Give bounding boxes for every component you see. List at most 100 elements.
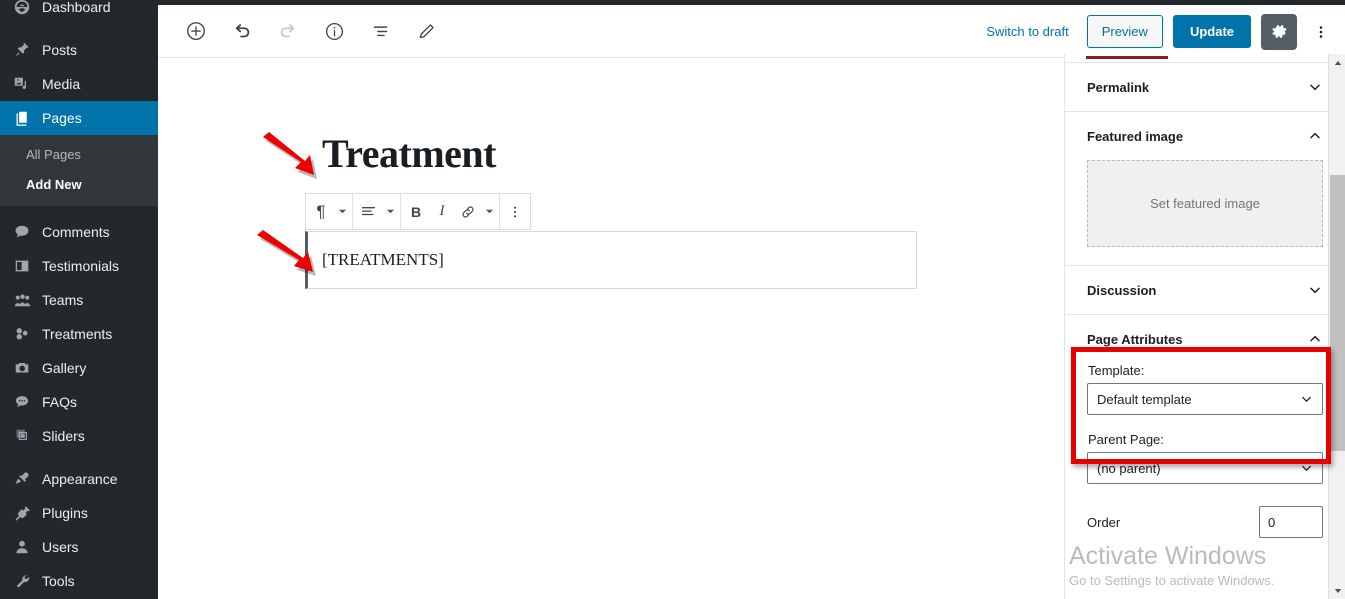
block-toolbar: ¶ B I: [305, 193, 531, 230]
align-group: [353, 194, 401, 229]
faq-icon: [11, 392, 33, 412]
template-select[interactable]: Default template: [1087, 383, 1323, 415]
parent-page-label: Parent Page:: [1088, 432, 1164, 447]
sliders-icon: [11, 426, 33, 446]
sidebar-item-pages[interactable]: Pages: [0, 101, 166, 135]
wordpress-block-editor-screen: Dashboard Posts Media Pages All Pages Ad…: [0, 0, 1345, 599]
admin-sidebar: Dashboard Posts Media Pages All Pages Ad…: [0, 0, 166, 599]
chevron-down-icon[interactable]: [481, 194, 497, 229]
scroll-up-arrow-icon[interactable]: [1329, 54, 1345, 71]
editor-header-tools: [158, 15, 442, 47]
set-featured-image-label: Set featured image: [1150, 196, 1260, 211]
list-view-icon[interactable]: [364, 15, 396, 47]
pages-icon: [11, 108, 33, 128]
brush-icon: [11, 469, 33, 489]
pencil-icon[interactable]: [410, 15, 442, 47]
sidebar-item-dashboard[interactable]: Dashboard: [0, 0, 158, 24]
sidebar-item-add-new[interactable]: Add New: [0, 170, 158, 200]
chevron-down-icon: [1299, 461, 1314, 476]
switch-to-draft-button[interactable]: Switch to draft: [978, 20, 1076, 43]
scroll-down-arrow-icon[interactable]: [1329, 582, 1345, 599]
order-input[interactable]: [1259, 506, 1323, 538]
pin-icon: [11, 40, 33, 60]
editor-canvas[interactable]: Treatment ¶ B I [TREATMENTS]: [158, 58, 1064, 599]
sidebar-item-teams[interactable]: Teams: [0, 283, 158, 317]
template-label: Template:: [1088, 363, 1145, 378]
bold-button[interactable]: B: [403, 194, 429, 229]
wrench-icon: [11, 571, 33, 591]
kebab-menu-icon[interactable]: [1307, 14, 1335, 50]
panel-permalink: Permalink: [1065, 63, 1345, 112]
add-block-icon[interactable]: [180, 15, 212, 47]
paragraph-block-text[interactable]: [TREATMENTS]: [308, 250, 444, 270]
chevron-down-icon[interactable]: [1307, 79, 1323, 95]
sidebar-item-label: Pages: [42, 110, 82, 126]
menu-separator: [0, 206, 158, 215]
panel-page-attributes-header[interactable]: Page Attributes: [1087, 315, 1323, 363]
block-options-button[interactable]: [502, 194, 528, 229]
sidebar-item-tools[interactable]: Tools: [0, 564, 158, 598]
paragraph-block[interactable]: [TREATMENTS]: [305, 231, 917, 289]
sidebar-item-sliders[interactable]: Sliders: [0, 419, 158, 453]
editor-header-actions: Switch to draft Preview Update: [978, 5, 1335, 58]
comment-icon: [11, 222, 33, 242]
camera-icon: [11, 358, 33, 378]
sidebar-item-label: Teams: [42, 292, 84, 309]
panel-discussion-header[interactable]: Discussion: [1087, 266, 1323, 314]
panel-title: Permalink: [1087, 79, 1150, 95]
menu-separator: [0, 453, 158, 462]
chevron-up-icon[interactable]: [1307, 331, 1323, 347]
chevron-down-icon[interactable]: [334, 194, 350, 229]
sidebar-item-treatments[interactable]: Treatments: [0, 317, 158, 351]
parent-page-select[interactable]: (no parent): [1087, 452, 1323, 484]
sidebar-item-users[interactable]: Users: [0, 530, 158, 564]
sidebar-item-label: Sliders: [42, 428, 85, 445]
info-icon[interactable]: [318, 15, 350, 47]
sidebar-item-gallery[interactable]: Gallery: [0, 351, 158, 385]
sidebar-item-media[interactable]: Media: [0, 67, 158, 101]
update-button[interactable]: Update: [1172, 15, 1251, 48]
sidebar-item-appearance[interactable]: Appearance: [0, 462, 158, 496]
parent-page-select-value: (no parent): [1097, 460, 1161, 476]
paragraph-transform-button[interactable]: ¶: [308, 194, 334, 229]
sidebar-item-label: FAQs: [42, 394, 78, 411]
chevron-up-icon[interactable]: [1307, 128, 1323, 144]
align-button[interactable]: [355, 194, 382, 229]
settings-scrollbar[interactable]: [1328, 54, 1345, 599]
page-title[interactable]: Treatment: [322, 130, 496, 177]
italic-button[interactable]: I: [429, 194, 455, 229]
panel-title: Page Attributes: [1087, 331, 1183, 347]
sidebar-item-label: Comments: [42, 224, 110, 241]
link-button[interactable]: [455, 194, 481, 229]
sidebar-item-faqs[interactable]: FAQs: [0, 385, 158, 419]
panel-page-attributes-body: Template: Default template Parent Page: …: [1087, 363, 1323, 538]
sidebar-item-plugins[interactable]: Plugins: [0, 496, 158, 530]
active-tab-indicator: [1086, 56, 1168, 59]
panel-featured-image-body: Set featured image: [1087, 160, 1323, 265]
rich-text-group: B I: [401, 194, 500, 229]
preview-button[interactable]: Preview: [1086, 15, 1163, 48]
sidebar-item-testimonials[interactable]: Testimonials: [0, 249, 158, 283]
testimonial-icon: [11, 256, 33, 276]
chevron-down-icon[interactable]: [382, 194, 398, 229]
menu-separator: [0, 24, 158, 33]
sidebar-item-label: Testimonials: [42, 258, 120, 275]
panel-permalink-header[interactable]: Permalink: [1087, 63, 1323, 111]
panel-featured-image-header[interactable]: Featured image: [1087, 112, 1323, 160]
sidebar-item-label: Posts: [42, 42, 78, 58]
settings-tabstrip: [1065, 54, 1345, 63]
block-type-group: ¶: [306, 194, 353, 229]
panel-title: Featured image: [1087, 128, 1184, 144]
panel-discussion: Discussion: [1065, 266, 1345, 315]
scrollbar-thumb[interactable]: [1330, 175, 1345, 451]
panel-featured-image: Featured image Set featured image: [1065, 112, 1345, 266]
gear-icon[interactable]: [1261, 13, 1297, 50]
sidebar-item-comments[interactable]: Comments: [0, 215, 158, 249]
sidebar-item-all-pages[interactable]: All Pages: [0, 140, 158, 170]
chevron-down-icon[interactable]: [1307, 282, 1323, 298]
undo-icon[interactable]: [226, 15, 258, 47]
chevron-down-icon: [1299, 392, 1314, 407]
sidebar-item-posts[interactable]: Posts: [0, 33, 158, 67]
set-featured-image-button[interactable]: Set featured image: [1087, 160, 1323, 247]
sidebar-item-label: Appearance: [42, 471, 118, 488]
